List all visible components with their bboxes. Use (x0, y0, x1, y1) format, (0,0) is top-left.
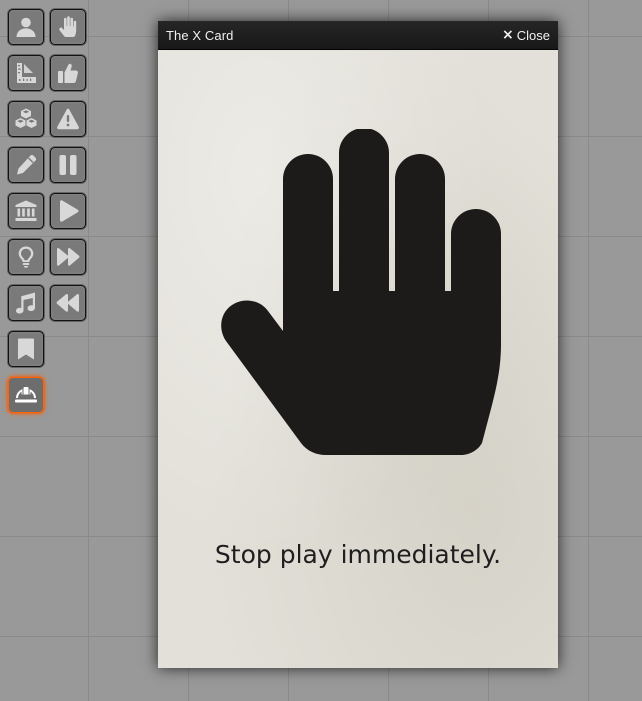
drawing-tools-button[interactable] (8, 147, 44, 183)
toolbar-row (8, 9, 92, 47)
window-title: The X Card (166, 27, 234, 43)
toolbar-row (8, 55, 92, 93)
toolbar-row (8, 147, 92, 185)
toolbar-row (8, 101, 92, 139)
x-card-window: The X Card × Close Stop play immediately… (158, 21, 558, 668)
lighting-button[interactable] (8, 239, 44, 275)
thumbs-up-button[interactable] (50, 55, 86, 91)
window-header[interactable]: The X Card × Close (158, 21, 558, 50)
landmark-icon (15, 200, 37, 221)
scene-controls-toolbar (8, 9, 92, 423)
hard-hat-icon (15, 387, 37, 403)
music-icon (16, 292, 35, 314)
hand-icon (216, 129, 502, 455)
journal-button[interactable] (8, 193, 44, 229)
play-icon (60, 200, 79, 222)
thumbs-up-icon (58, 63, 78, 83)
cubes-icon (15, 108, 37, 128)
close-icon: × (502, 27, 514, 43)
toolbar-row (8, 331, 92, 369)
rewind-icon (56, 294, 79, 312)
pause-button[interactable] (50, 147, 86, 183)
user-icon (16, 17, 36, 37)
pencil-icon (17, 154, 37, 175)
bookmark-icon (18, 338, 34, 360)
audio-button[interactable] (8, 285, 44, 321)
close-label: Close (516, 27, 550, 43)
fast-forward-button[interactable] (50, 239, 86, 275)
close-button[interactable]: × Close (502, 28, 550, 43)
warning-button[interactable] (50, 101, 86, 137)
card-message: Stop play immediately. (214, 540, 502, 569)
lightbulb-icon (18, 246, 34, 268)
safety-tools-button[interactable] (8, 377, 44, 413)
x-card-hand-button[interactable] (50, 9, 86, 45)
measure-button[interactable] (8, 55, 44, 91)
play-button[interactable] (50, 193, 86, 229)
hand-icon (59, 16, 77, 37)
tiles-button[interactable] (8, 101, 44, 137)
warning-icon (57, 108, 79, 130)
fast-forward-icon (57, 248, 80, 266)
rewind-button[interactable] (50, 285, 86, 321)
toolbar-row (8, 377, 92, 415)
notes-button[interactable] (8, 331, 44, 367)
token-controls-button[interactable] (8, 9, 44, 45)
toolbar-row (8, 239, 92, 277)
toolbar-row (8, 193, 92, 231)
ruler-icon (17, 63, 36, 83)
pause-icon (59, 155, 77, 175)
toolbar-row (8, 285, 92, 323)
x-card-content: Stop play immediately. (158, 51, 558, 668)
